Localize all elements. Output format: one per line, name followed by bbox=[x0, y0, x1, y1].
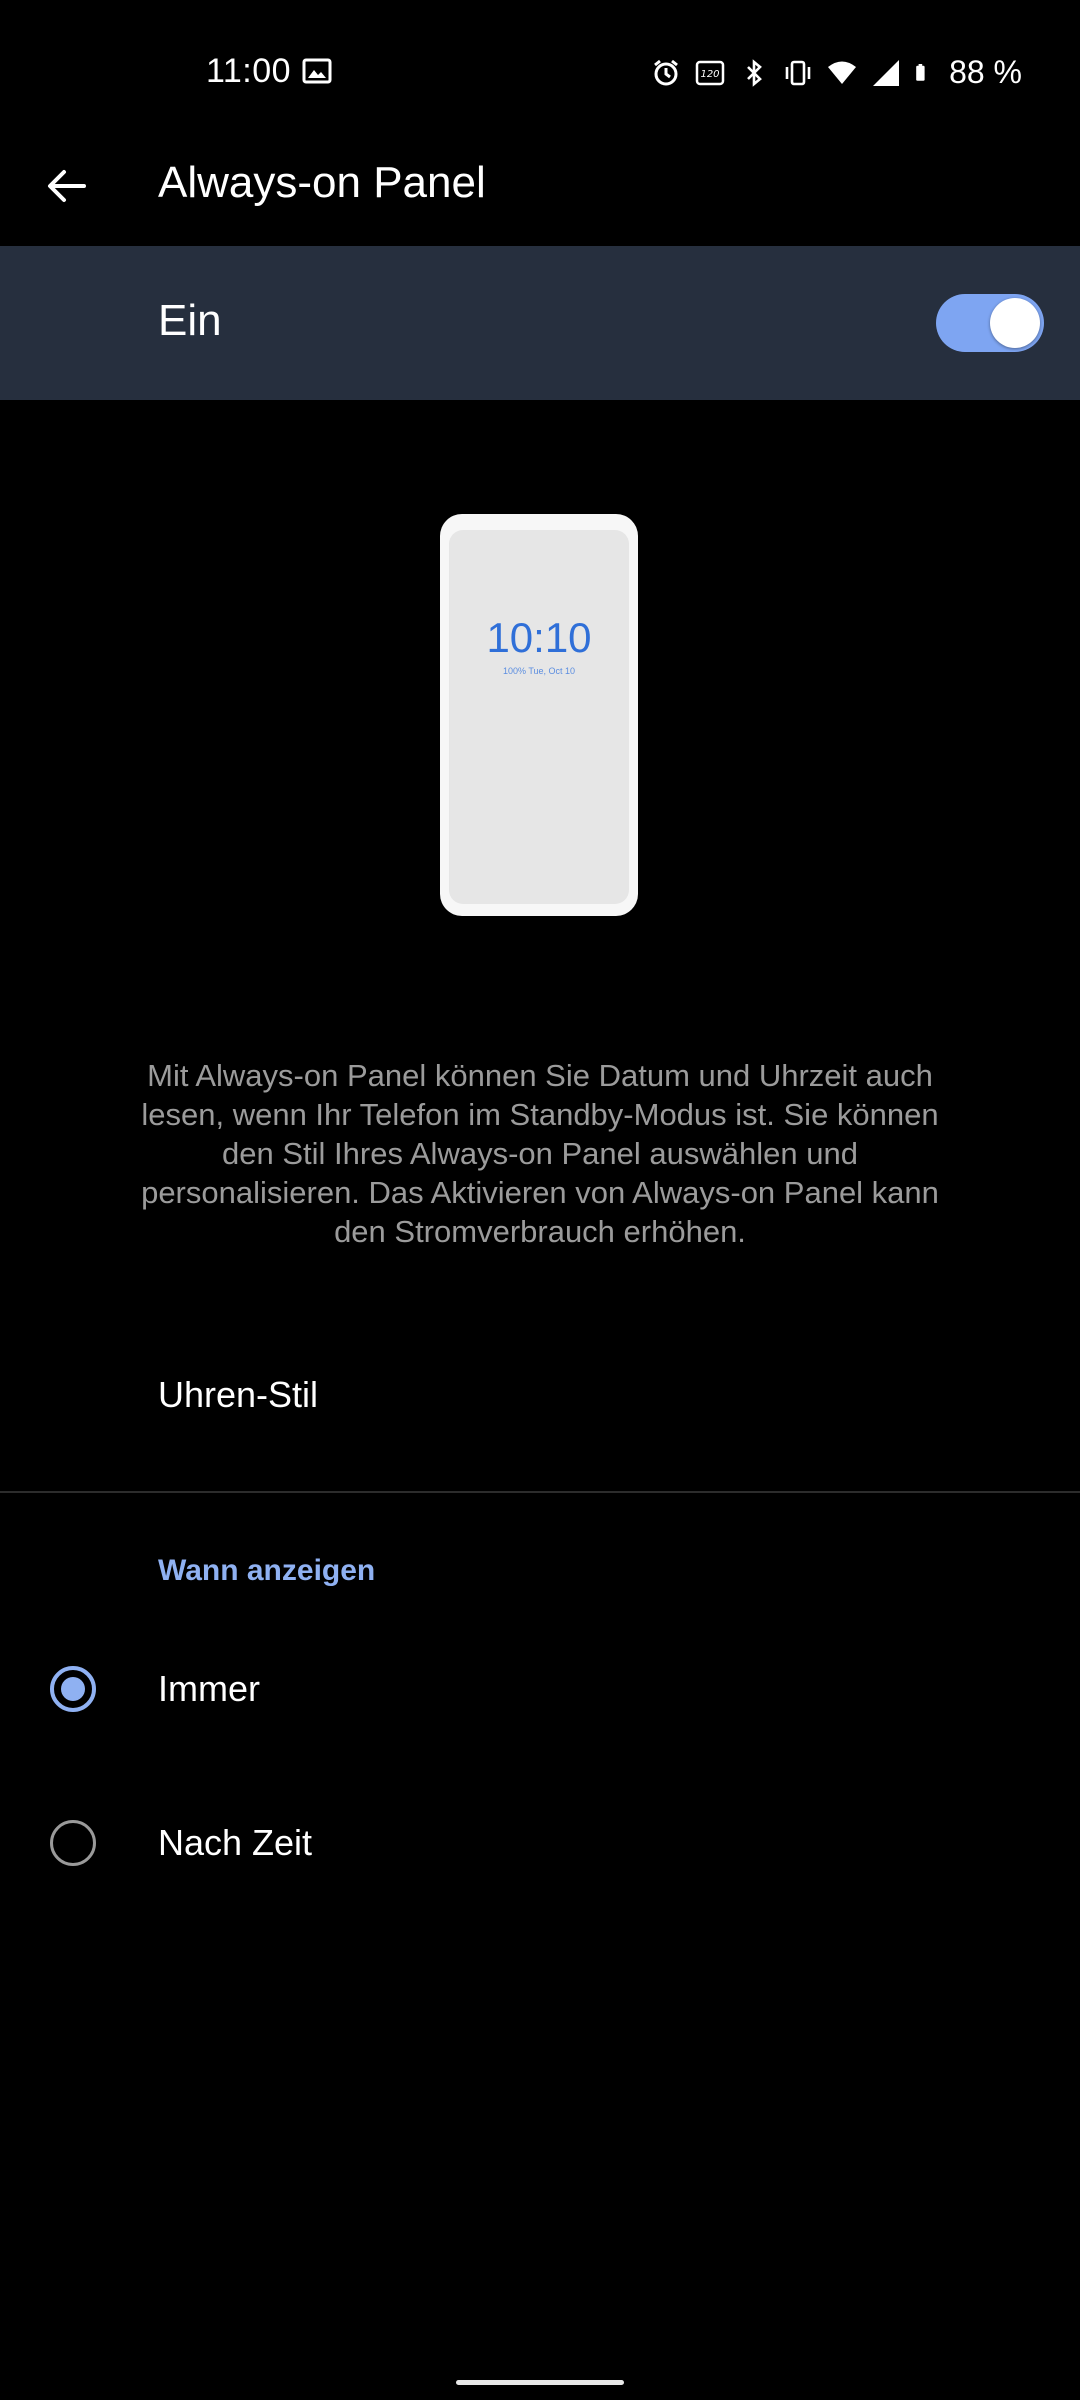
bluetooth-icon bbox=[747, 58, 762, 87]
toggle-knob bbox=[990, 298, 1040, 348]
svg-text:120: 120 bbox=[701, 69, 720, 80]
status-bar: 11:00 120 88 % bbox=[0, 0, 1080, 148]
vibrate-icon bbox=[785, 60, 811, 85]
signal-icon bbox=[873, 59, 900, 86]
radio-option-immer[interactable]: Immer bbox=[0, 1614, 1080, 1764]
back-button[interactable] bbox=[34, 154, 98, 218]
image-icon bbox=[302, 58, 332, 84]
gesture-nav-handle[interactable] bbox=[456, 2380, 624, 2385]
preview-date: 100% Tue, Oct 10 bbox=[502, 666, 576, 676]
refresh-rate-120hz-icon: 120 bbox=[695, 60, 725, 85]
radio-option-nach-zeit[interactable]: Nach Zeit bbox=[0, 1768, 1080, 1918]
radio-label: Nach Zeit bbox=[158, 1822, 313, 1863]
preview-screen: 10:10 100% Tue, Oct 10 bbox=[449, 530, 629, 904]
radio-button-unselected[interactable] bbox=[50, 1820, 96, 1866]
preview-phone-illustration: 10:10 100% Tue, Oct 10 bbox=[440, 514, 638, 916]
description-text: Mit Always-on Panel können Sie Datum und… bbox=[141, 1058, 939, 1249]
wifi-icon bbox=[828, 61, 857, 84]
preview-clock: 10:10 bbox=[486, 614, 592, 661]
status-icons: 120 88 % bbox=[651, 54, 1022, 91]
section-header-when-show: Wann anzeigen bbox=[158, 1554, 376, 1587]
radio-button-selected[interactable] bbox=[50, 1666, 96, 1712]
master-switch-row[interactable]: Ein bbox=[0, 246, 1080, 400]
clock-style-label: Uhren-Stil bbox=[158, 1374, 319, 1415]
battery-icon bbox=[916, 63, 925, 81]
master-toggle[interactable] bbox=[936, 294, 1044, 352]
master-switch-label: Ein bbox=[158, 296, 222, 345]
radio-label: Immer bbox=[158, 1668, 260, 1709]
alarm-icon bbox=[654, 59, 678, 85]
battery-percentage: 88 % bbox=[949, 54, 1022, 90]
page-title: Always-on Panel bbox=[158, 158, 486, 207]
clock-style-item[interactable]: Uhren-Stil bbox=[0, 1350, 1080, 1490]
divider bbox=[0, 1491, 1080, 1493]
arrow-back-icon bbox=[48, 170, 86, 202]
status-time: 11:00 bbox=[206, 52, 292, 90]
app-bar: Always-on Panel bbox=[0, 148, 1080, 248]
